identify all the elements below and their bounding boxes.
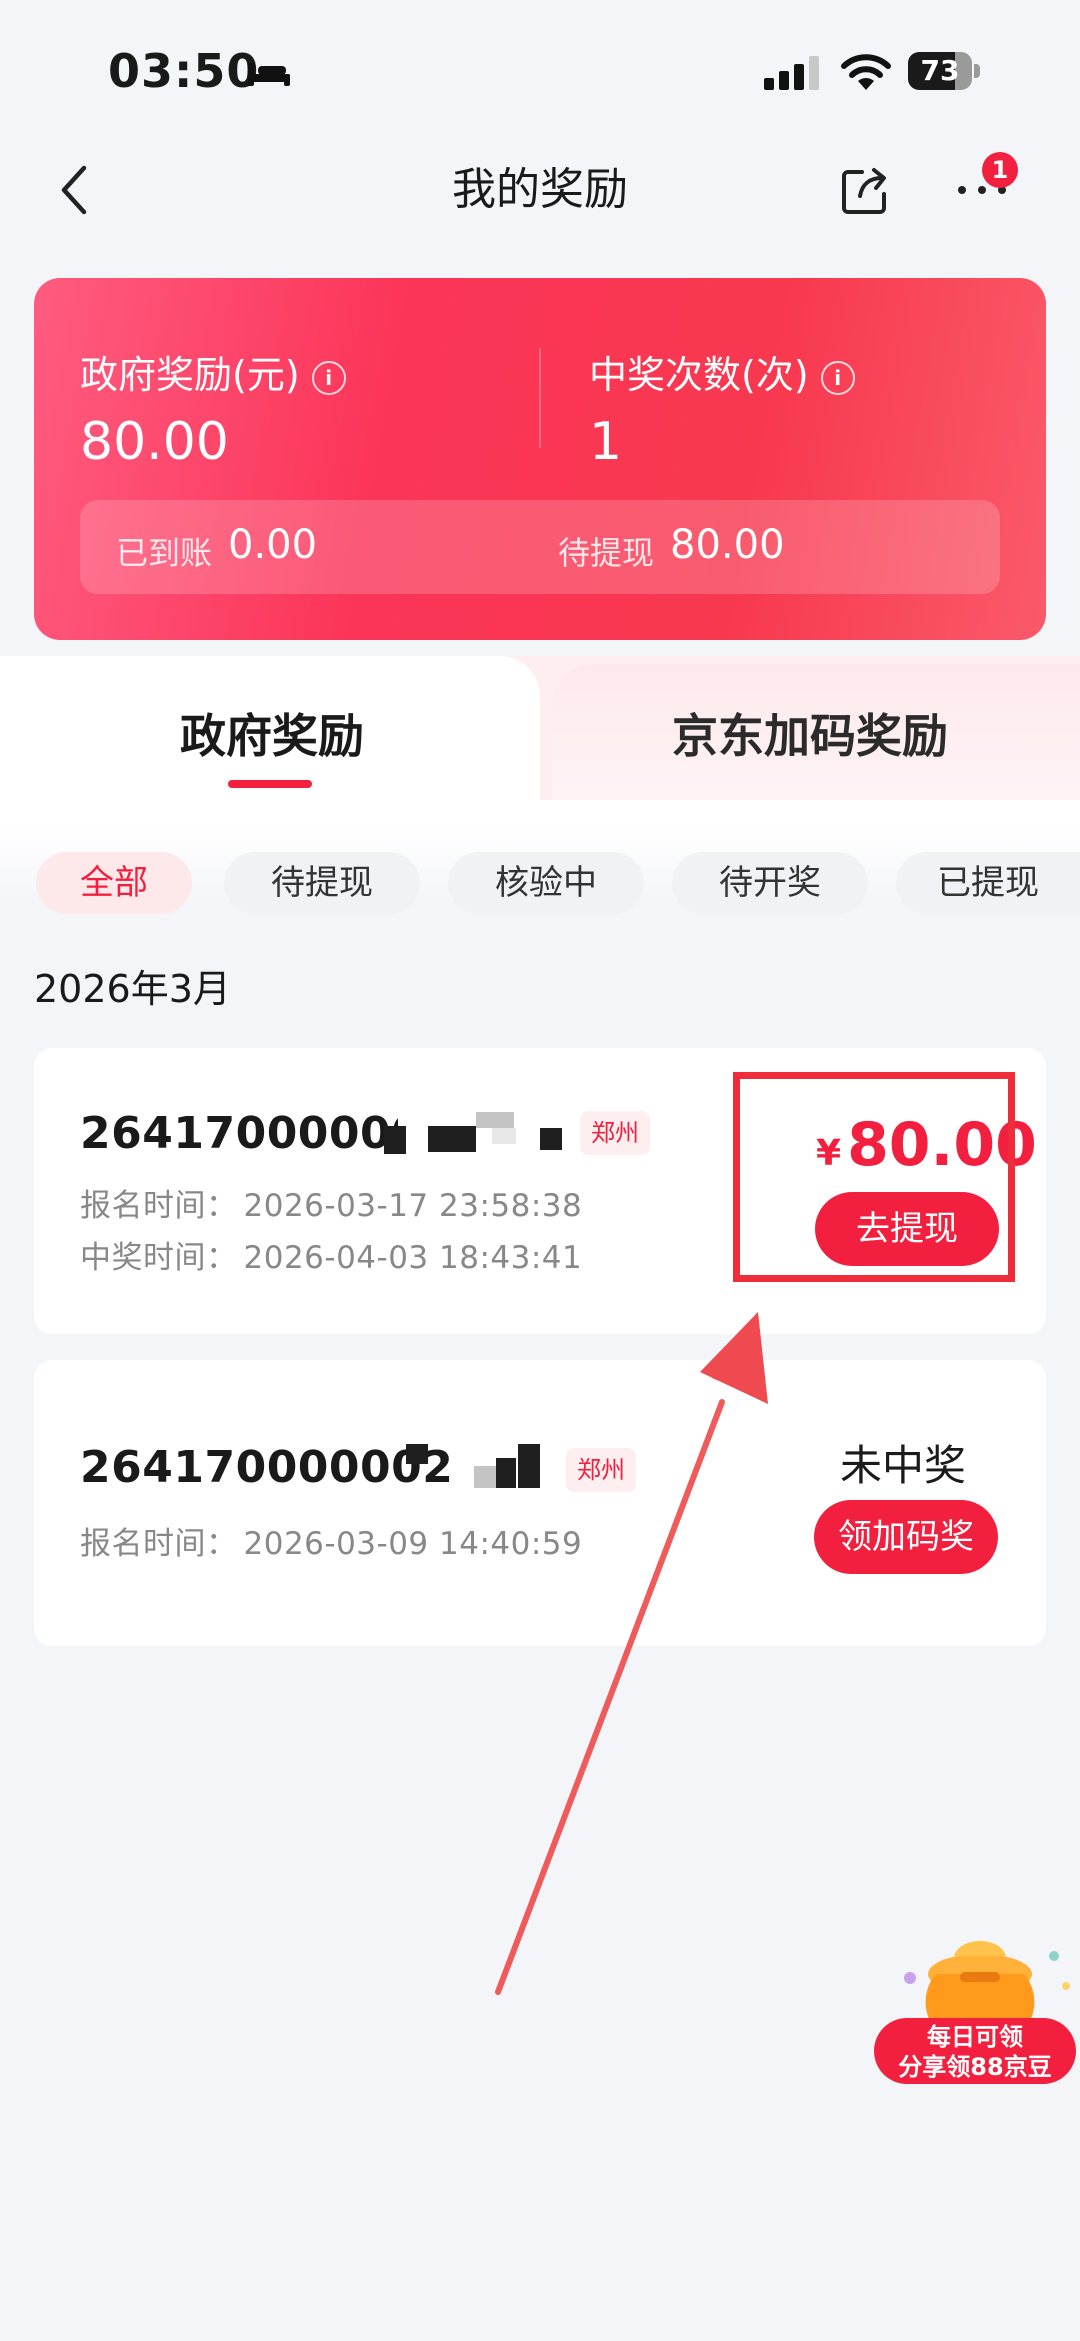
claim-bonus-button[interactable]: 领加码奖 — [814, 1500, 998, 1574]
summary-divider — [539, 348, 541, 448]
page-title: 我的奖励 — [452, 164, 628, 215]
received-value: 0.00 — [228, 522, 318, 568]
reward-summary-card: 政府奖励(元) i 80.00 中奖次数(次) i 1 已到账 0.00 待提现 8… — [34, 278, 1046, 640]
win-time: 中奖时间： 2026-04-03 18:43:41 — [80, 1240, 583, 1276]
tab-content-top — [0, 800, 1080, 826]
redaction-block — [384, 1126, 406, 1154]
redaction-block — [540, 1128, 562, 1150]
battery-percent: 73 — [920, 54, 960, 87]
received-label: 已到账 — [116, 534, 213, 572]
city-tag: 郑州 — [580, 1111, 650, 1155]
win-count-label: 中奖次数(次) i — [589, 344, 855, 399]
wifi-icon — [841, 54, 891, 90]
redaction-block — [428, 1126, 476, 1152]
status-time: 03:50 — [108, 44, 260, 98]
info-icon[interactable]: i — [311, 360, 346, 395]
month-group-label: 2026年3月 — [34, 967, 231, 1011]
promo-line1: 每日可领 — [927, 2023, 1023, 2051]
redaction-block — [406, 1444, 428, 1464]
redaction-block — [492, 1128, 516, 1144]
city-tag: 郑州 — [566, 1448, 636, 1492]
pending-label: 待提现 — [558, 534, 655, 572]
share-icon[interactable] — [838, 164, 892, 218]
annotation-highlight-box — [733, 1072, 1015, 1282]
promo-badge[interactable]: 每日可领 分享领88京豆 — [874, 2018, 1076, 2084]
signal-icon — [764, 56, 819, 90]
pending-value: 80.00 — [670, 522, 785, 568]
redaction-block — [476, 1112, 514, 1128]
filter-chip-verifying[interactable]: 核验中 — [448, 852, 644, 914]
filter-chip-pending[interactable]: 待提现 — [224, 852, 420, 914]
gov-reward-value: 80.00 — [80, 412, 229, 472]
redaction-block — [496, 1458, 516, 1488]
notification-badge: 1 — [982, 152, 1018, 188]
win-count-value: 1 — [589, 412, 623, 472]
redaction-block — [474, 1466, 496, 1488]
filter-chip-awaiting-draw[interactable]: 待开奖 — [672, 852, 868, 914]
no-win-status: 未中奖 — [840, 1441, 967, 1490]
signup-time: 报名时间： 2026-03-09 14:40:59 — [80, 1526, 583, 1562]
tab-jd-bonus-label: 京东加码奖励 — [672, 709, 948, 763]
active-tab-indicator — [228, 780, 312, 788]
balance-subbar — [80, 500, 1000, 594]
tab-gov-reward-label: 政府奖励 — [180, 709, 364, 763]
bed-icon — [248, 62, 290, 86]
promo-line2: 分享领88京豆 — [898, 2053, 1052, 2081]
signup-time: 报名时间： 2026-03-17 23:58:38 — [80, 1188, 583, 1224]
battery-indicator: 73 — [908, 52, 982, 92]
record-id: 264170000002 — [80, 1442, 454, 1493]
gov-reward-label: 政府奖励(元) i — [80, 344, 346, 399]
redaction-block — [518, 1444, 540, 1488]
filter-chip-withdrawn[interactable]: 已提现 — [896, 852, 1080, 914]
info-icon[interactable]: i — [820, 360, 855, 395]
filter-chip-all[interactable]: 全部 — [36, 852, 192, 914]
